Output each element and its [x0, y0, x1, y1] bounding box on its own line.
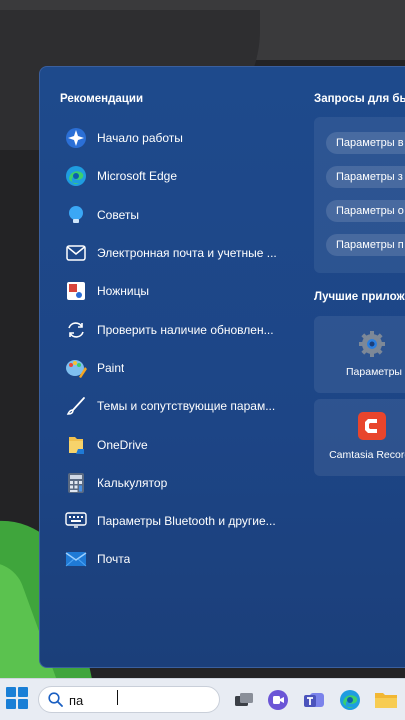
rec-item-paint[interactable]: Paint [64, 349, 294, 387]
best-app-label: Параметры [346, 366, 402, 378]
snipping-tool-icon [64, 279, 88, 303]
rec-item-label: Электронная почта и учетные ... [97, 246, 277, 261]
recommendations-list: Начало работы Microsoft Edge Советы Элек… [64, 119, 294, 579]
rec-item-label: Проверить наличие обновлен... [97, 322, 274, 337]
rec-item-label: Microsoft Edge [97, 169, 178, 184]
rec-item-mail[interactable]: Почта [64, 540, 294, 578]
chat-video-icon[interactable] [266, 688, 290, 712]
teams-icon[interactable] [302, 688, 326, 712]
edge-taskbar-icon[interactable] [338, 688, 362, 712]
rec-item-onedrive[interactable]: OneDrive [64, 425, 294, 463]
rec-item-check-updates[interactable]: Проверить наличие обновлен... [64, 310, 294, 348]
rec-item-label: Советы [97, 207, 139, 222]
rec-item-get-started[interactable]: Начало работы [64, 119, 294, 157]
rec-item-tips[interactable]: Советы [64, 196, 294, 234]
rec-item-snipping-tool[interactable]: Ножницы [64, 272, 294, 310]
recommendations-heading: Рекомендации [60, 93, 144, 105]
rec-item-themes[interactable]: Темы и сопутствующие парам... [64, 387, 294, 425]
rec-item-email-accounts[interactable]: Электронная почта и учетные ... [64, 234, 294, 272]
rec-item-label: Почта [97, 552, 131, 567]
rec-item-label: Темы и сопутствующие парам... [97, 399, 276, 414]
rec-item-label: Калькулятор [97, 475, 168, 490]
windows-logo-tile [6, 699, 16, 709]
windows-logo-tile [18, 687, 28, 697]
windows-logo-tile [18, 699, 28, 709]
start-button[interactable] [6, 687, 28, 709]
rec-item-label: OneDrive [97, 437, 148, 452]
mail-accounts-icon [64, 241, 88, 265]
camtasia-icon [358, 412, 386, 445]
tips-icon [64, 203, 88, 227]
text-cursor [117, 690, 118, 705]
rec-item-label: Параметры Bluetooth и другие... [97, 514, 276, 529]
calculator-icon [64, 471, 88, 495]
best-app-label: Camtasia Record... [329, 449, 405, 461]
quick-searches-heading: Запросы для быс [314, 93, 405, 105]
quick-search-pill[interactable]: Параметры з [326, 166, 405, 188]
task-view-icon[interactable] [232, 688, 256, 712]
rec-item-label: Ножницы [97, 284, 150, 299]
search-icon [48, 692, 63, 712]
rec-item-calculator[interactable]: Калькулятор [64, 464, 294, 502]
settings-gear-icon [357, 329, 387, 364]
file-explorer-icon[interactable] [374, 688, 398, 712]
mail-icon [64, 547, 88, 571]
best-app-camtasia[interactable]: Camtasia Record... [314, 399, 405, 476]
quick-search-pill[interactable]: Параметры п [326, 234, 405, 256]
search-input-value: па [69, 693, 84, 708]
quick-search-pill[interactable]: Параметры о [326, 200, 405, 222]
best-app-settings[interactable]: Параметры [314, 316, 405, 393]
windows-logo-tile [6, 687, 16, 697]
rec-item-edge[interactable]: Microsoft Edge [64, 157, 294, 195]
bluetooth-settings-icon [64, 509, 88, 533]
get-started-icon [64, 126, 88, 150]
onedrive-icon [64, 433, 88, 457]
taskbar-search-input[interactable]: па [38, 686, 220, 713]
search-results-panel: Рекомендации Начало работы Microsoft Edg… [39, 66, 405, 668]
rec-item-label: Начало работы [97, 131, 183, 146]
quick-searches-box: Параметры в Параметры з Параметры о Пара… [314, 117, 405, 273]
rec-item-label: Paint [97, 360, 125, 375]
best-apps-heading: Лучшие прилож [314, 291, 405, 303]
quick-search-pill[interactable]: Параметры в [326, 132, 405, 154]
taskbar: па [0, 678, 405, 720]
rec-item-bluetooth-settings[interactable]: Параметры Bluetooth и другие... [64, 502, 294, 540]
themes-brush-icon [64, 394, 88, 418]
paint-icon [64, 356, 88, 380]
edge-icon [64, 164, 88, 188]
update-icon [64, 318, 88, 342]
